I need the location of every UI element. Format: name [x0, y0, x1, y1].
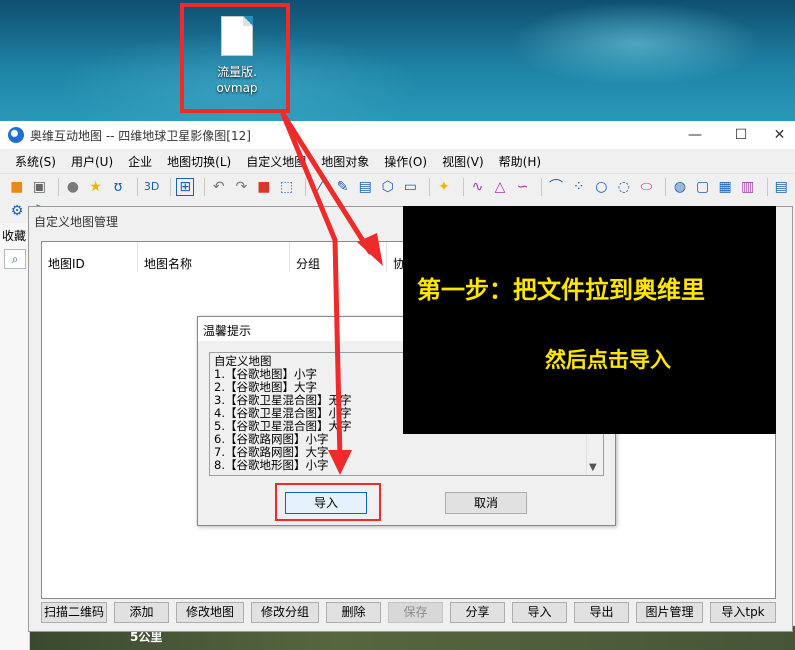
arc-circle-icon[interactable]: ◌ — [615, 178, 633, 196]
minimize-button[interactable]: — — [672, 121, 718, 149]
toolbar-separator — [462, 177, 464, 196]
save-button[interactable]: 保存 — [388, 602, 443, 623]
import-tpk-button[interactable]: 导入tpk — [710, 602, 776, 623]
open-folder-icon[interactable]: ■ — [8, 178, 26, 196]
menu-system[interactable]: 系统(S) — [8, 153, 64, 170]
toolbar-separator — [58, 177, 60, 196]
callout-step-two: 然后点击导入 — [545, 348, 671, 372]
edit-map-button[interactable]: 修改地图 — [176, 602, 244, 623]
import-highlight-box — [275, 483, 381, 521]
export-button[interactable]: 导出 — [574, 602, 629, 623]
redo-icon[interactable]: ↷ — [233, 178, 251, 196]
column-header-map-id[interactable]: 地图ID — [42, 242, 138, 272]
globe-icon[interactable]: ◍ — [671, 178, 689, 196]
route-icon[interactable]: ʊ — [109, 178, 127, 196]
grid-icon[interactable]: ▦ — [716, 178, 734, 196]
3d-icon[interactable]: 3D — [143, 178, 161, 196]
video-icon[interactable]: ▭ — [402, 178, 420, 196]
scan-qr-button[interactable]: 扫描二维码 — [41, 602, 107, 623]
curve-icon[interactable]: ∽ — [514, 178, 532, 196]
area-icon[interactable]: ▤ — [356, 178, 374, 196]
circle-icon[interactable]: ○ — [593, 178, 611, 196]
measure-icon[interactable]: ⁄ — [311, 178, 329, 196]
main-toolbar: ■ ▣ ● ★ ʊ 3D ⊞ ↶ ↷ ■ ⬚ ⁄ ✎ ▤ ⬡ ▭ ✦ ∿ △ ∽… — [0, 173, 795, 199]
app-logo-icon — [8, 127, 24, 143]
image-manage-button[interactable]: 图片管理 — [636, 602, 703, 623]
rect-select-icon[interactable]: ⬚ — [278, 178, 296, 196]
close-button[interactable]: ✕ — [764, 121, 795, 149]
menu-user[interactable]: 用户(U) — [64, 153, 121, 170]
polyline-icon[interactable]: ∿ — [469, 178, 487, 196]
menu-operation[interactable]: 操作(O) — [377, 153, 435, 170]
sidebar-search-icon[interactable]: ⌕ — [4, 249, 26, 269]
toolbar-separator — [541, 177, 543, 196]
triangle-icon[interactable]: △ — [491, 178, 509, 196]
column-header-group[interactable]: 分组 — [290, 242, 387, 272]
desktop-wallpaper: 流量版. ovmap — [0, 0, 795, 125]
edit-group-button[interactable]: 修改分组 — [251, 602, 319, 623]
column-header-map-name[interactable]: 地图名称 — [138, 242, 290, 272]
menu-help[interactable]: 帮助(H) — [492, 153, 549, 170]
toolbar-separator — [204, 177, 205, 196]
ruler-icon[interactable]: ✎ — [334, 178, 352, 196]
layer-icon[interactable]: ▢ — [694, 178, 712, 196]
table-icon[interactable]: ▤ — [773, 178, 791, 196]
chevron-down-icon[interactable]: ▼ — [589, 462, 597, 473]
ellipse-icon[interactable]: ⬭ — [638, 178, 656, 196]
menu-map-switch[interactable]: 地图切换(L) — [160, 153, 239, 170]
instruction-callout: 第一步：把文件拉到奥维里 然后点击导入 — [403, 206, 776, 434]
callout-step-one: 第一步：把文件拉到奥维里 — [417, 276, 705, 304]
points-icon[interactable]: ⁘ — [570, 178, 588, 196]
tip-title: 温馨提示 — [203, 324, 252, 338]
list-item: 8.【谷歌地形图】小字 — [214, 458, 329, 472]
toolbar-separator — [170, 177, 172, 196]
save-icon[interactable]: ▣ — [31, 178, 49, 196]
select-icon[interactable]: ⊞ — [176, 177, 194, 196]
toolbar-separator — [665, 177, 667, 196]
favorites-tab[interactable]: 收藏 — [2, 227, 26, 244]
tip-lines: 自定义地图 1.【谷歌地图】小字 2.【谷歌地图】大字 3.【谷歌卫星混合图】无… — [214, 355, 351, 472]
dialog-button-bar: 扫描二维码 添加 修改地图 修改分组 删除 保存 分享 导入 导出 图片管理 导… — [41, 602, 786, 624]
toolbar-separator — [136, 177, 138, 196]
menu-map-objects[interactable]: 地图对象 — [314, 153, 377, 170]
window-title: 奥维互动地图 -- 四维地球卫星影像图[12] — [30, 128, 251, 143]
arc-icon[interactable]: ⌒ — [547, 178, 565, 196]
title-bar: 奥维互动地图 -- 四维地球卫星影像图[12] — ☐ ✕ — [0, 121, 795, 149]
maximize-button[interactable]: ☐ — [718, 121, 764, 149]
tip-cancel-button[interactable]: 取消 — [445, 492, 527, 514]
bars-icon[interactable]: ▥ — [739, 178, 757, 196]
star-icon[interactable]: ★ — [87, 178, 105, 196]
delete-button[interactable]: 删除 — [326, 602, 381, 623]
add-button[interactable]: 添加 — [114, 602, 169, 623]
toolbar-separator — [766, 177, 768, 196]
pin-icon[interactable]: ✦ — [435, 178, 453, 196]
file-highlight-box — [180, 3, 290, 113]
menu-bar: 系统(S) 用户(U) 企业 地图切换(L) 自定义地图 地图对象 操作(O) … — [0, 149, 795, 173]
toolbar-separator — [305, 177, 307, 196]
import-button[interactable]: 导入 — [512, 602, 567, 623]
menu-view[interactable]: 视图(V) — [435, 153, 492, 170]
delete-icon[interactable]: ■ — [255, 178, 273, 196]
users-icon[interactable]: ● — [64, 178, 82, 196]
share-button[interactable]: 分享 — [450, 602, 505, 623]
menu-enterprise[interactable]: 企业 — [121, 153, 160, 170]
dialog-title: 自定义地图管理 — [34, 215, 119, 229]
settings-icon[interactable]: ⚙ — [8, 202, 26, 220]
undo-icon[interactable]: ↶ — [210, 178, 228, 196]
toolbar-separator — [429, 177, 431, 196]
cube-icon[interactable]: ⬡ — [379, 178, 397, 196]
menu-custom-map[interactable]: 自定义地图 — [239, 153, 314, 170]
sidebar-panel: 收藏 ⌕ — [0, 223, 30, 650]
